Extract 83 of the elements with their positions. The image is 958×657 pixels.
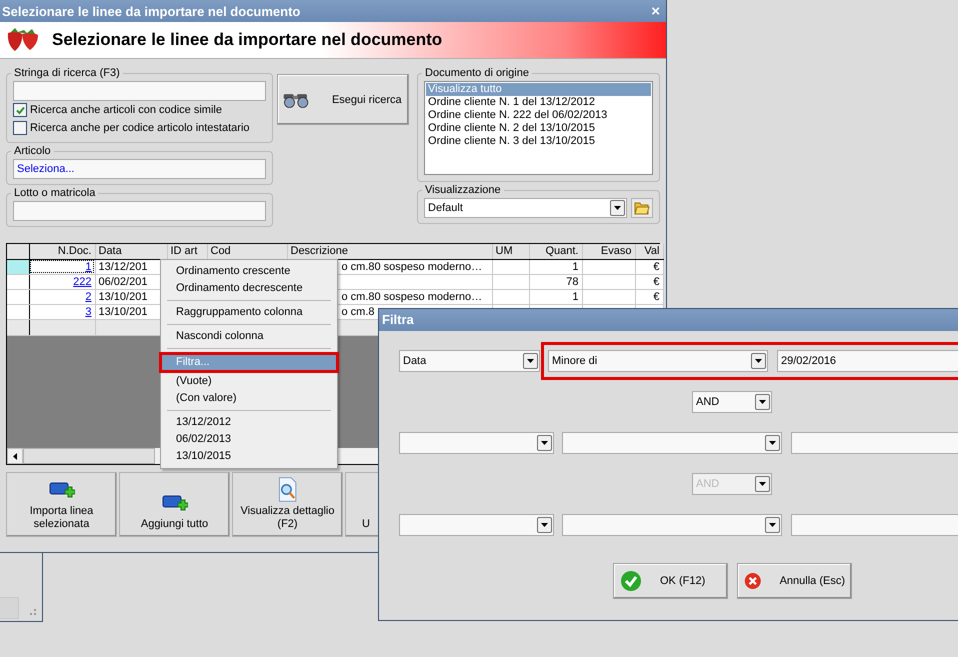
table-cell [582,289,635,304]
group-label: Stringa di ricerca (F3) [13,67,121,79]
document-link[interactable]: 222 [73,276,92,288]
header-title: Selezionare le linee da importare nel documento [52,30,442,50]
table-cell: € [635,274,663,289]
list-item[interactable]: Ordine cliente N. 2 del 13/10/2015 [426,122,651,135]
window-title: Selezionare le linee da importare nel documento [2,4,300,18]
group-label: Articolo [13,145,52,157]
menu-item[interactable]: (Vuote) [163,373,335,390]
left-arrow-icon [13,452,17,460]
column-header[interactable]: N.Doc. [29,244,95,259]
checkbox-label: Ricerca anche per codice articolo intestatario [30,122,250,134]
group-label: Visualizzazione [424,184,502,196]
column-header[interactable]: Descrizione [287,244,492,259]
value-field[interactable]: 29/02/2016 [777,350,958,372]
table-cell [582,274,635,289]
group-label: Lotto o matricola [13,187,96,199]
menu-item[interactable]: 13/12/2012 [163,414,335,431]
caret-icon [541,441,548,445]
document-link[interactable]: 1 [85,260,92,272]
document-link[interactable]: 2 [85,290,92,302]
column-header[interactable]: ID art [167,244,207,259]
caret-icon [769,523,776,527]
menu-item[interactable]: 06/02/2013 [163,431,335,448]
column-header[interactable]: Quant. [529,244,582,259]
list-item[interactable]: Ordine cliente N. 1 del 13/12/2012 [426,96,651,109]
row-header[interactable] [7,259,29,274]
field-dropdown[interactable] [399,432,554,454]
search-button[interactable]: Esegui ricerca [276,74,409,125]
logic-dropdown[interactable]: AND [692,391,772,413]
group-label: Documento di origine [424,67,530,79]
caret-icon [769,441,776,445]
checkmark-icon [620,570,642,592]
list-item[interactable]: Ordine cliente N. 3 del 13/10/2015 [426,135,651,148]
cancel-icon [744,570,762,592]
list-item[interactable]: Ordine cliente N. 222 del 06/02/2013 [426,109,651,122]
field-dropdown[interactable]: Data [399,350,540,372]
folder-button[interactable] [630,198,653,218]
table-cell: 78 [529,274,582,289]
column-header[interactable]: Data [95,244,167,259]
folder-icon [634,201,650,215]
action-button[interactable]: Visualizza dettaglio (F2) [232,472,343,537]
column-header[interactable]: Val [635,244,663,259]
menu-item[interactable]: 13/10/2015 [163,448,335,465]
search-field[interactable] [13,81,266,101]
caret-icon [755,359,762,363]
table-cell [492,274,529,289]
dialog-button[interactable]: OK (F12) [613,563,728,599]
value-field[interactable] [791,432,958,454]
article-field[interactable]: Seleziona... [13,159,266,179]
action-button[interactable]: Aggiungi tutto [119,472,230,537]
table-cell: 1 [529,259,582,274]
checkbox[interactable] [13,103,27,117]
caret-icon [527,359,534,363]
operator-dropdown[interactable] [562,514,782,536]
document-link[interactable]: 3 [85,306,92,318]
caret-icon [614,206,621,210]
column-header[interactable]: Cod [207,244,287,259]
column-header[interactable]: UM [492,244,529,259]
checkbox-label: Ricerca anche articoli con codice simile [30,104,222,116]
caret-icon [541,523,548,527]
resize-grip-icon [30,609,36,615]
table-cell [492,259,529,274]
table-cell [582,259,635,274]
value-field[interactable] [791,514,958,536]
menu-item[interactable]: Nascondi colonna [163,328,335,345]
caret-icon [759,400,766,404]
table-cell: 1 [529,289,582,304]
table-cell [492,289,529,304]
action-button[interactable]: Importa linea selezionata [6,472,117,537]
menu-item[interactable]: (Con valore) [163,390,335,407]
table-cell: € [635,259,663,274]
checkbox[interactable] [13,121,27,135]
field-dropdown[interactable] [399,514,554,536]
checkmark-icon [14,104,26,116]
operator-dropdown[interactable] [562,432,782,454]
column-header[interactable]: Evaso [582,244,635,259]
dialog-button[interactable]: Annulla (Esc) [737,563,852,599]
caret-icon [759,482,766,486]
table-cell: € [635,289,663,304]
view-dropdown[interactable]: Default [424,198,627,218]
operator-dropdown[interactable]: Minore di [548,350,768,372]
lot-field[interactable] [13,201,266,221]
